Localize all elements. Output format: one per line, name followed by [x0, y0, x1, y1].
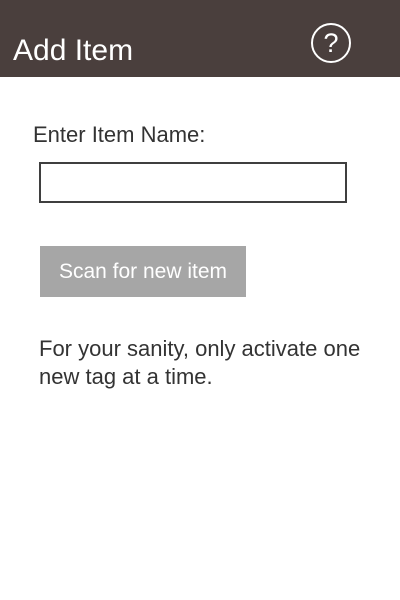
item-name-input[interactable]: [39, 162, 347, 203]
app-header: Add Item ?: [0, 0, 400, 77]
item-name-label: Enter Item Name:: [33, 122, 206, 147]
page-title: Add Item: [13, 34, 134, 67]
scan-for-new-item-button[interactable]: Scan for new item: [40, 246, 246, 297]
help-question-icon[interactable]: ?: [311, 23, 351, 63]
activation-hint-text: For your sanity, only activate one new t…: [39, 336, 361, 389]
